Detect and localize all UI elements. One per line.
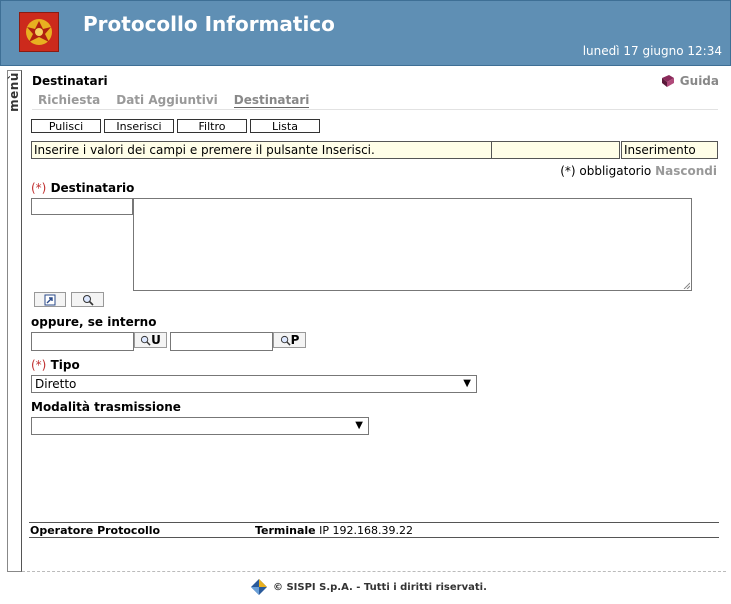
type-label-wrap: (*) Tipo — [31, 358, 80, 372]
internal-label: oppure, se interno — [31, 315, 157, 329]
status-message: Inserire i valori dei campi e premere il… — [31, 141, 493, 159]
dropdown-arrow-icon: ▼ — [463, 378, 471, 389]
magnifier-icon — [82, 294, 94, 306]
terminal-ip: IP 192.168.39.22 — [319, 524, 414, 537]
toolbar: Pulisci Inserisci Filtro Lista — [31, 119, 320, 133]
hide-link[interactable]: Nascondi — [655, 164, 717, 178]
search-recipient-button[interactable] — [71, 292, 104, 307]
clear-button[interactable]: Pulisci — [31, 119, 101, 133]
dropdown-arrow-icon: ▼ — [355, 420, 363, 431]
tab-bar: Richiesta Dati Aggiuntivi Destinatari — [38, 93, 310, 108]
list-button[interactable]: Lista — [250, 119, 320, 133]
required-marker: (*) — [31, 181, 47, 195]
type-select[interactable]: Diretto ▼ — [31, 375, 477, 393]
recipient-label-wrap: (*) Destinatario — [31, 181, 134, 195]
filter-button[interactable]: Filtro — [177, 119, 247, 133]
transmission-label: Modalità trasmissione — [31, 400, 181, 414]
help-label: Guida — [679, 74, 719, 88]
search-position-button[interactable]: P — [273, 332, 306, 348]
recipient-textarea[interactable] — [133, 198, 692, 291]
help-link[interactable]: Guida — [660, 74, 719, 88]
magnifier-icon — [280, 335, 291, 346]
side-menu-tab[interactable]: menù — [7, 70, 22, 572]
page-title: Destinatari — [32, 74, 108, 88]
menu-label: menù — [6, 72, 21, 112]
transmission-select[interactable]: ▼ — [31, 417, 369, 435]
required-marker: (*) — [31, 358, 47, 372]
required-note-text: (*) obbligatorio — [560, 164, 652, 178]
book-icon — [661, 75, 674, 87]
magnifier-icon — [141, 335, 151, 346]
operator-label: Operatore Protocollo — [30, 524, 161, 537]
insert-button[interactable]: Inserisci — [104, 119, 174, 133]
tab-richiesta[interactable]: Richiesta — [38, 93, 100, 108]
copyright-text: © SISPI S.p.A. - Tutti i diritti riserva… — [273, 581, 487, 593]
type-value: Diretto — [35, 377, 77, 391]
copyright: © SISPI S.p.A. - Tutti i diritti riserva… — [250, 578, 487, 596]
status-mode: Inserimento — [621, 141, 718, 159]
tab-dati-aggiuntivi[interactable]: Dati Aggiuntivi — [116, 93, 218, 108]
app-header: Protocollo Informatico lunedì 17 giugno … — [0, 0, 731, 66]
search-user-button[interactable]: U — [134, 332, 167, 348]
position-btn-letter: P — [290, 333, 300, 347]
recipient-code-input[interactable] — [31, 198, 133, 215]
internal-position-input[interactable] — [170, 332, 273, 351]
app-title: Protocollo Informatico — [83, 12, 335, 36]
datetime: lunedì 17 giugno 12:34 — [582, 44, 722, 58]
terminal-info: Terminale IP 192.168.39.22 — [255, 524, 413, 537]
status-secondary — [491, 141, 620, 159]
eagle-logo-icon — [19, 12, 59, 52]
page-separator — [22, 571, 726, 572]
recipient-label: Destinatario — [50, 181, 135, 195]
resize-handle-icon[interactable] — [683, 282, 690, 289]
user-btn-letter: U — [151, 333, 161, 347]
address-book-icon — [44, 294, 56, 305]
tab-destinatari[interactable]: Destinatari — [233, 93, 310, 108]
main-content: Destinatari Guida Richiesta Dati Aggiunt… — [22, 66, 729, 571]
required-note: (*) obbligatorio Nascondi — [560, 164, 717, 178]
footer-divider — [29, 522, 719, 523]
internal-user-input[interactable] — [31, 332, 134, 351]
footer-divider-bottom — [29, 537, 719, 538]
address-book-button[interactable] — [34, 292, 66, 307]
terminal-label: Terminale — [255, 524, 316, 537]
sispi-logo-icon — [251, 579, 267, 595]
tabs-divider — [32, 109, 718, 110]
type-label: Tipo — [50, 358, 80, 372]
